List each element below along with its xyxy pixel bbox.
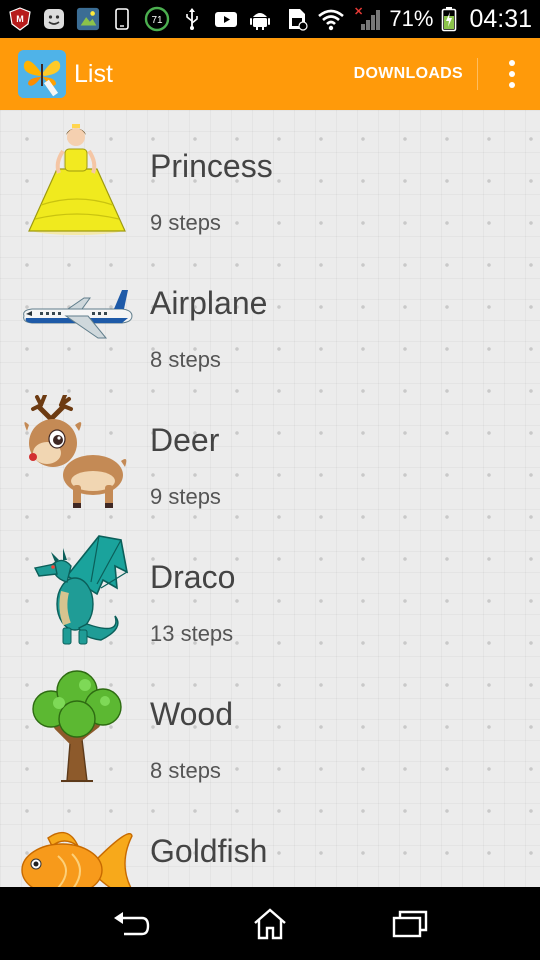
- item-title: Deer: [150, 422, 220, 458]
- recents-icon[interactable]: [380, 899, 440, 949]
- overflow-dot: [509, 82, 515, 88]
- list-item-draco[interactable]: Draco 13 steps: [0, 521, 540, 658]
- list-item-wood[interactable]: Wood 8 steps: [0, 658, 540, 795]
- youtube-icon: [214, 7, 238, 31]
- item-steps: 9 steps: [150, 484, 221, 509]
- deer-icon: [18, 394, 134, 512]
- goldfish-icon: [18, 805, 134, 887]
- drawing-list[interactable]: Princess 9 steps Airplane 8 steps Deer 9…: [0, 110, 540, 887]
- item-steps: 8 steps: [150, 758, 221, 783]
- item-title: Princess: [150, 148, 273, 184]
- item-title: Wood: [150, 696, 234, 732]
- battery-icon: [441, 7, 457, 32]
- gallery-icon: [76, 7, 100, 31]
- app-bar: List DOWNLOADS: [0, 38, 540, 110]
- item-title: Draco: [150, 559, 236, 595]
- android-icon: [248, 7, 272, 31]
- mcafee-icon: M: [8, 7, 32, 31]
- app-logo[interactable]: [18, 50, 66, 98]
- svg-text:✕: ✕: [354, 6, 363, 18]
- appbar-divider: [477, 58, 478, 90]
- tree-icon: [18, 668, 134, 786]
- svg-text:M: M: [16, 14, 24, 24]
- airplane-icon: [18, 257, 134, 375]
- phone-icon: [110, 7, 134, 31]
- clock: 04:31: [469, 4, 532, 33]
- item-steps: 8 steps: [150, 347, 221, 372]
- usb-icon: [180, 7, 204, 31]
- battery-percent: 71%: [389, 6, 434, 31]
- list-item-deer[interactable]: Deer 9 steps: [0, 384, 540, 521]
- navigation-bar: [0, 887, 540, 960]
- downloads-button[interactable]: DOWNLOADS: [342, 55, 475, 93]
- overflow-dot: [509, 71, 515, 77]
- back-icon[interactable]: [100, 899, 160, 949]
- list-item-princess[interactable]: Princess 9 steps: [0, 110, 540, 247]
- page-title: List: [74, 59, 113, 88]
- butterfly-pencil-icon: [18, 50, 66, 98]
- smiley-icon: [42, 7, 66, 31]
- item-steps: 13 steps: [150, 621, 234, 646]
- item-steps: 9 steps: [150, 210, 221, 235]
- item-title: Goldfish: [150, 833, 268, 869]
- home-icon[interactable]: [240, 899, 300, 949]
- overflow-dot: [509, 60, 515, 66]
- signal-icon: ✕: [353, 6, 381, 31]
- list-item-goldfish[interactable]: Goldfish: [0, 795, 540, 887]
- overflow-menu-icon[interactable]: [498, 54, 526, 94]
- princess-icon: [18, 120, 134, 238]
- dragon-icon: [18, 531, 134, 649]
- status-bar: M 71 ✕ 71% 04:31: [0, 0, 540, 38]
- list-item-airplane[interactable]: Airplane 8 steps: [0, 247, 540, 384]
- sim-icon: [285, 7, 309, 31]
- data-counter-icon: 71: [144, 6, 170, 32]
- item-title: Airplane: [150, 285, 268, 321]
- wifi-icon: [317, 7, 345, 31]
- svg-text:71: 71: [151, 15, 163, 26]
